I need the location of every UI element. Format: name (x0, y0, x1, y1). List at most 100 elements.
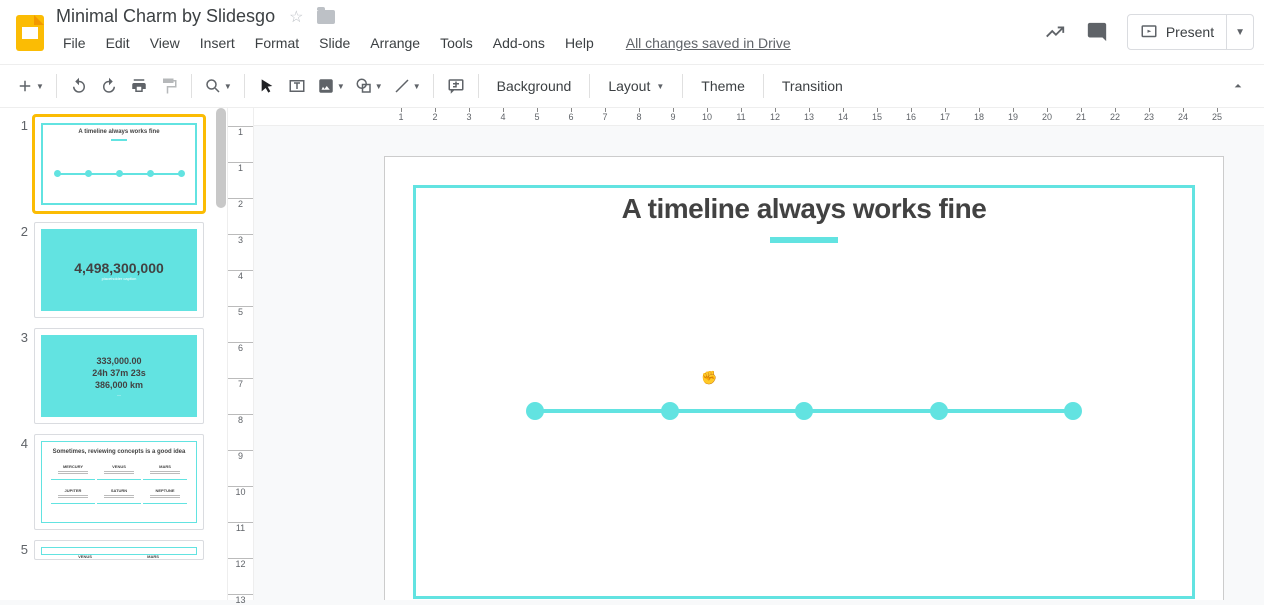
ruler-tick: 15 (860, 108, 894, 125)
menu-arrange[interactable]: Arrange (361, 33, 429, 53)
ruler-tick: 14 (826, 108, 860, 125)
ruler-tick: 2 (228, 198, 253, 209)
timeline-dot[interactable] (930, 402, 948, 420)
ruler-tick: 20 (1030, 108, 1064, 125)
ruler-tick: 19 (996, 108, 1030, 125)
textbox-tool[interactable] (283, 71, 311, 101)
slide-thumbnail[interactable]: 4Sometimes, reviewing concepts is a good… (6, 434, 221, 530)
ruler-tick: 10 (690, 108, 724, 125)
ruler-tick: 6 (554, 108, 588, 125)
thumbnails-scrollbar[interactable] (215, 108, 227, 600)
slides-logo[interactable] (10, 6, 50, 60)
slide-thumbnail[interactable]: 3333,000.0024h 37m 23s386,000 km— (6, 328, 221, 424)
ruler-tick: 12 (758, 108, 792, 125)
line-tool[interactable]: ▼ (389, 71, 425, 101)
print-button[interactable] (125, 71, 153, 101)
ruler-tick: 11 (724, 108, 758, 125)
ruler-tick: 22 (1098, 108, 1132, 125)
slide-thumbnail[interactable]: 1A timeline always works fine (6, 116, 221, 212)
ruler-tick: 7 (588, 108, 622, 125)
star-icon[interactable]: ☆ (289, 7, 303, 27)
title-underline (770, 237, 838, 243)
paint-format-button[interactable] (155, 71, 183, 101)
menu-edit[interactable]: Edit (97, 33, 139, 53)
timeline-dot[interactable] (661, 402, 679, 420)
document-title[interactable]: Minimal Charm by Slidesgo (56, 6, 275, 27)
zoom-button[interactable]: ▼ (200, 71, 236, 101)
thumbnail-panel: 1A timeline always works fine 24,498,300,… (0, 108, 228, 600)
ruler-tick: 16 (894, 108, 928, 125)
ruler-tick: 11 (228, 522, 253, 533)
thumbnail-number: 1 (6, 116, 28, 133)
ruler-tick: 18 (962, 108, 996, 125)
toolbar: ▼ ▼ ▼ ▼ ▼ Background Layout▼ Them (0, 64, 1264, 108)
ruler-tick: 25 (1200, 108, 1234, 125)
ruler-tick: 5 (228, 306, 253, 317)
menu-addons[interactable]: Add-ons (484, 33, 554, 53)
horizontal-ruler[interactable]: 1234567891011121314151617181920212223242… (254, 108, 1264, 126)
slide-title[interactable]: A timeline always works fine (385, 193, 1223, 225)
title-bar: Minimal Charm by Slidesgo ☆ FileEditView… (0, 0, 1264, 64)
ruler-tick: 1 (384, 108, 418, 125)
grab-cursor-icon: ✊ (701, 370, 717, 386)
ruler-tick: 8 (622, 108, 656, 125)
select-tool[interactable] (253, 71, 281, 101)
new-slide-button[interactable]: ▼ (12, 71, 48, 101)
ruler-tick: 10 (228, 486, 253, 497)
ruler-tick: 2 (418, 108, 452, 125)
ruler-tick: 6 (228, 342, 253, 353)
present-label: Present (1166, 24, 1214, 40)
ruler-tick: 4 (228, 270, 253, 281)
ruler-tick: 9 (656, 108, 690, 125)
redo-button[interactable] (95, 71, 123, 101)
menu-view[interactable]: View (141, 33, 189, 53)
timeline-line[interactable] (535, 409, 1073, 413)
thumbnail-number: 2 (6, 222, 28, 239)
shape-tool[interactable]: ▼ (351, 71, 387, 101)
thumbnail-number: 4 (6, 434, 28, 451)
ruler-tick: 8 (228, 414, 253, 425)
slide-thumbnail[interactable]: 24,498,300,000placeholder caption (6, 222, 221, 318)
menu-format[interactable]: Format (246, 33, 308, 53)
theme-button[interactable]: Theme (691, 71, 755, 101)
ruler-tick: 5 (520, 108, 554, 125)
menu-file[interactable]: File (54, 33, 95, 53)
thumbnail-number: 5 (6, 540, 28, 557)
comments-icon[interactable] (1085, 20, 1109, 44)
present-button[interactable]: Present ▼ (1127, 14, 1254, 50)
menu-tools[interactable]: Tools (431, 33, 482, 53)
canvas-area: 1234567891011121314151617181920212223242… (254, 108, 1264, 600)
image-tool[interactable]: ▼ (313, 71, 349, 101)
comment-button[interactable] (442, 71, 470, 101)
present-dropdown[interactable]: ▼ (1227, 27, 1253, 38)
background-button[interactable]: Background (487, 71, 582, 101)
move-folder-icon[interactable] (317, 10, 335, 24)
drive-status[interactable]: All changes saved in Drive (617, 33, 800, 53)
ruler-tick: 9 (228, 450, 253, 461)
ruler-tick: 23 (1132, 108, 1166, 125)
undo-button[interactable] (65, 71, 93, 101)
menu-help[interactable]: Help (556, 33, 603, 53)
hide-menus-button[interactable] (1224, 71, 1252, 101)
ruler-tick: 24 (1166, 108, 1200, 125)
ruler-tick: 21 (1064, 108, 1098, 125)
ruler-tick: 4 (486, 108, 520, 125)
transition-button[interactable]: Transition (772, 71, 853, 101)
ruler-tick: 1 (228, 162, 253, 173)
menu-slide[interactable]: Slide (310, 33, 359, 53)
menu-insert[interactable]: Insert (191, 33, 244, 53)
activity-icon[interactable] (1043, 20, 1067, 44)
timeline-dot[interactable] (526, 402, 544, 420)
slide-canvas[interactable]: A timeline always works fine ✊ (384, 156, 1224, 600)
ruler-tick: 1 (228, 126, 253, 137)
slide-thumbnail[interactable]: 5VENUSMARS (6, 540, 221, 560)
ruler-tick: 3 (452, 108, 486, 125)
vertical-ruler[interactable]: 112345678910111213 (228, 108, 254, 600)
timeline-dot[interactable] (1064, 402, 1082, 420)
menu-bar: FileEditViewInsertFormatSlideArrangeTool… (50, 27, 802, 53)
timeline-dot[interactable] (795, 402, 813, 420)
workspace: 1A timeline always works fine24,498,300,… (0, 108, 1264, 600)
layout-button[interactable]: Layout▼ (598, 71, 674, 101)
ruler-tick: 13 (792, 108, 826, 125)
ruler-tick: 17 (928, 108, 962, 125)
